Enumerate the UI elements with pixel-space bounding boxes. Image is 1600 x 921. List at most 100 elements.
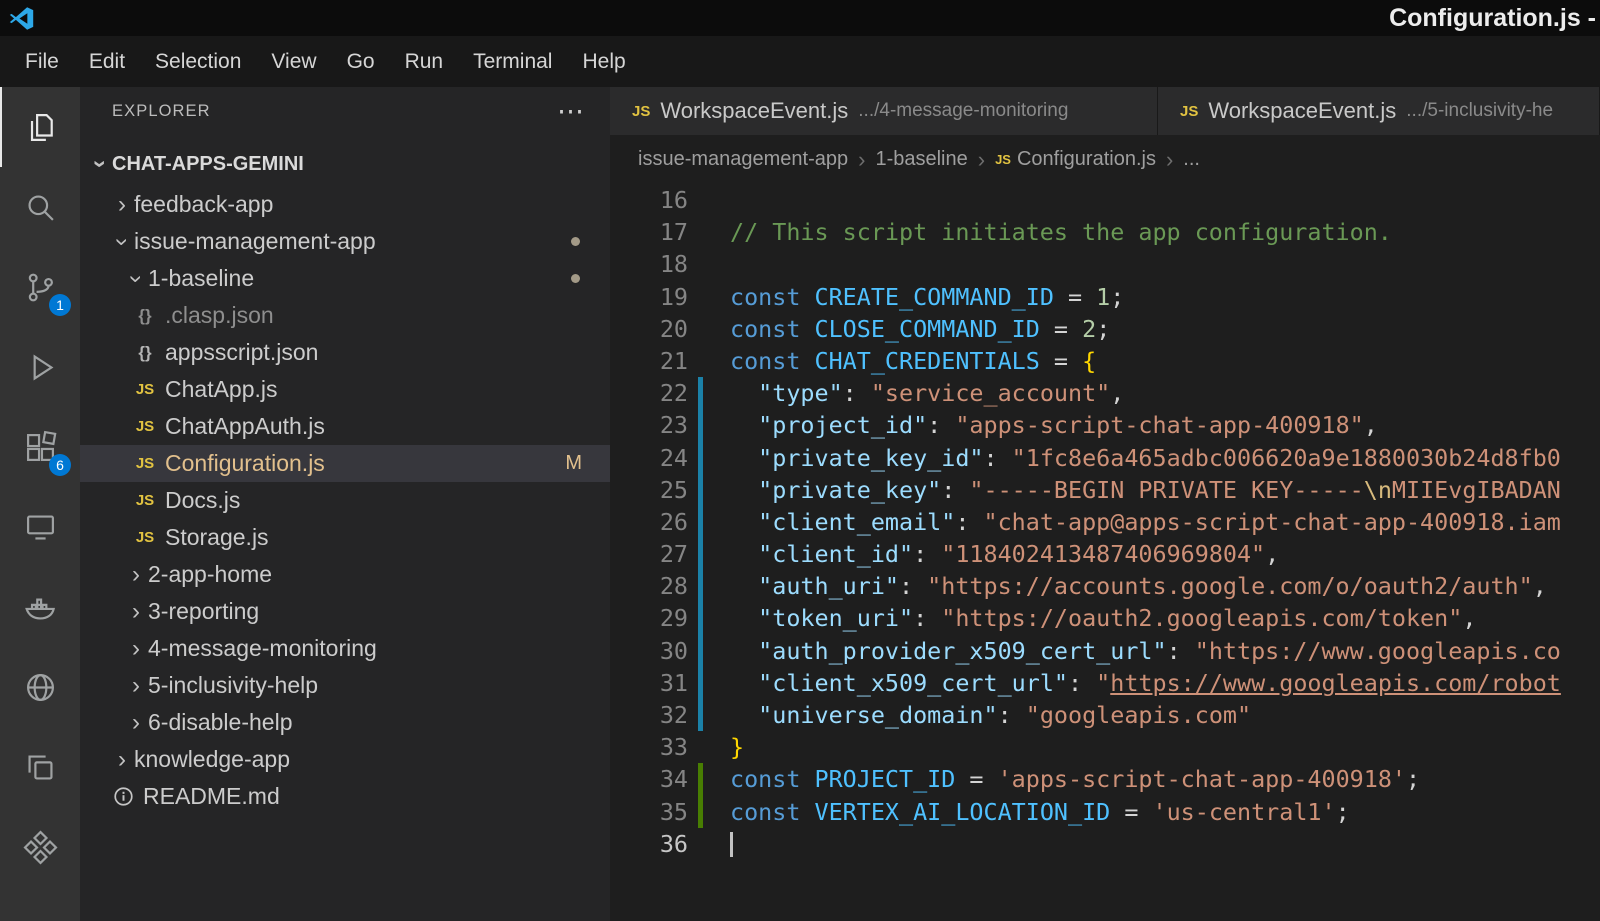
line-number[interactable]: 36 <box>610 828 688 860</box>
activity-item-search[interactable] <box>0 167 80 247</box>
menu-item-go[interactable]: Go <box>332 50 390 74</box>
menu-item-run[interactable]: Run <box>390 50 459 74</box>
tree-item-label: appsscript.json <box>165 339 318 366</box>
code-text: const CHAT_CREDENTIALS = { <box>730 345 1096 377</box>
tab-description: .../4-message-monitoring <box>858 100 1068 122</box>
tree-item-2-app-home[interactable]: ›2-app-home <box>80 556 610 593</box>
line-number[interactable]: 20 <box>610 313 688 345</box>
code-line-33[interactable]: 33} <box>610 731 1600 763</box>
activity-item-docker[interactable] <box>0 567 80 647</box>
tree-item-5-inclusivity-help[interactable]: ›5-inclusivity-help <box>80 667 610 704</box>
code-line-21[interactable]: 21 const CHAT_CREDENTIALS = { <box>610 345 1600 377</box>
code-line-16[interactable]: 16 <box>610 184 1600 216</box>
code-line-17[interactable]: 17// This script initiates the app confi… <box>610 216 1600 248</box>
activity-item-assist[interactable] <box>0 807 80 887</box>
diamonds-icon <box>23 830 58 865</box>
breadcrumb-separator-icon: › <box>1166 147 1173 173</box>
menu-item-selection[interactable]: Selection <box>140 50 256 74</box>
code-line-27[interactable]: 27 "client_id": "118402413487406969804", <box>610 538 1600 570</box>
tree-item-README.md[interactable]: README.md <box>80 778 610 815</box>
code-line-22[interactable]: 22 "type": "service_account", <box>610 377 1600 409</box>
code-line-32[interactable]: 32 "universe_domain": "googleapis.com" <box>610 699 1600 731</box>
line-number[interactable]: 27 <box>610 538 688 570</box>
code-line-18[interactable]: 18 <box>610 248 1600 280</box>
code-line-29[interactable]: 29 "token_uri": "https://oauth2.googleap… <box>610 602 1600 634</box>
code-line-20[interactable]: 20const CLOSE_COMMAND_ID = 2; <box>610 313 1600 345</box>
activity-item-remote-explorer[interactable] <box>0 487 80 567</box>
code-area[interactable]: 1617// This script initiates the app con… <box>610 184 1600 921</box>
tree-item-1-baseline[interactable]: ›1-baseline <box>80 260 610 297</box>
code-line-35[interactable]: 35const VERTEX_AI_LOCATION_ID = 'us-cent… <box>610 796 1600 828</box>
line-number[interactable]: 28 <box>610 570 688 602</box>
code-line-30[interactable]: 30 "auth_provider_x509_cert_url": "https… <box>610 635 1600 667</box>
menu-item-terminal[interactable]: Terminal <box>458 50 567 74</box>
code-line-31[interactable]: 31 "client_x509_cert_url": "https://www.… <box>610 667 1600 699</box>
tree-item-ChatAppAuth.js[interactable]: JSChatAppAuth.js <box>80 408 610 445</box>
tree-item-Storage.js[interactable]: JSStorage.js <box>80 519 610 556</box>
activity-item-web[interactable] <box>0 647 80 727</box>
line-number[interactable]: 22 <box>610 377 688 409</box>
more-actions-button[interactable]: ⋯ <box>557 103 584 119</box>
breadcrumb-item[interactable]: ... <box>1183 148 1200 171</box>
tree-item-4-message-monitoring[interactable]: ›4-message-monitoring <box>80 630 610 667</box>
menu-item-file[interactable]: File <box>10 50 74 74</box>
code-line-23[interactable]: 23 "project_id": "apps-script-chat-app-4… <box>610 409 1600 441</box>
tree-item-Docs.js[interactable]: JSDocs.js <box>80 482 610 519</box>
editor-tab[interactable]: JSWorkspaceEvent.js.../5-inclusivity-he <box>1158 87 1600 135</box>
breadcrumb-item[interactable]: issue-management-app <box>638 148 848 171</box>
tree-item-6-disable-help[interactable]: ›6-disable-help <box>80 704 610 741</box>
tree-item-appsscript.json[interactable]: {}appsscript.json <box>80 334 610 371</box>
line-number[interactable]: 35 <box>610 796 688 828</box>
line-number[interactable]: 17 <box>610 216 688 248</box>
git-modified-badge: M <box>565 452 582 475</box>
line-number[interactable]: 16 <box>610 184 688 216</box>
line-number[interactable]: 19 <box>610 281 688 313</box>
tree-item-.clasp.json[interactable]: {}.clasp.json <box>80 297 610 334</box>
line-number[interactable]: 32 <box>610 699 688 731</box>
activity-badge: 6 <box>49 454 71 476</box>
breadcrumb-item[interactable]: JSConfiguration.js <box>995 148 1156 171</box>
docker-icon <box>23 590 58 625</box>
json-file-icon: {} <box>130 306 160 326</box>
menu-item-help[interactable]: Help <box>567 50 640 74</box>
js-file-icon: JS <box>632 103 650 120</box>
workbench: 16 EXPLORER ⋯ › CHAT-APPS-GEMINI ›feedba… <box>0 87 1600 921</box>
activity-item-explorer[interactable] <box>0 87 80 167</box>
tree-item-issue-management-app[interactable]: ›issue-management-app <box>80 223 610 260</box>
editor-tab[interactable]: JSWorkspaceEvent.js.../4-message-monitor… <box>610 87 1158 135</box>
globe-icon <box>23 670 58 705</box>
line-number[interactable]: 25 <box>610 474 688 506</box>
tree-item-Configuration.js[interactable]: JSConfiguration.jsM <box>80 445 610 482</box>
tree-item-3-reporting[interactable]: ›3-reporting <box>80 593 610 630</box>
code-text: "client_id": "118402413487406969804", <box>730 538 1279 570</box>
code-line-26[interactable]: 26 "client_email": "chat-app@apps-script… <box>610 506 1600 538</box>
line-number[interactable]: 23 <box>610 409 688 441</box>
activity-item-extensions[interactable]: 6 <box>0 407 80 487</box>
code-line-25[interactable]: 25 "private_key": "-----BEGIN PRIVATE KE… <box>610 474 1600 506</box>
line-number[interactable]: 18 <box>610 248 688 280</box>
line-number[interactable]: 31 <box>610 667 688 699</box>
line-number[interactable]: 33 <box>610 731 688 763</box>
line-number[interactable]: 29 <box>610 602 688 634</box>
code-line-19[interactable]: 19const CREATE_COMMAND_ID = 1; <box>610 281 1600 313</box>
tree-item-ChatApp.js[interactable]: JSChatApp.js <box>80 371 610 408</box>
code-line-34[interactable]: 34const PROJECT_ID = 'apps-script-chat-a… <box>610 763 1600 795</box>
activity-item-source-control[interactable]: 1 <box>0 247 80 327</box>
line-number[interactable]: 21 <box>610 345 688 377</box>
menu-item-edit[interactable]: Edit <box>74 50 140 74</box>
tree-item-knowledge-app[interactable]: ›knowledge-app <box>80 741 610 778</box>
code-line-36[interactable]: 36 <box>610 828 1600 860</box>
line-number[interactable]: 34 <box>610 763 688 795</box>
code-line-28[interactable]: 28 "auth_uri": "https://accounts.google.… <box>610 570 1600 602</box>
menu-item-view[interactable]: View <box>256 50 331 74</box>
tree-root-folder[interactable]: › CHAT-APPS-GEMINI <box>80 135 610 186</box>
tree-item-feedback-app[interactable]: ›feedback-app <box>80 186 610 223</box>
info-file-icon <box>108 786 138 807</box>
breadcrumb-item[interactable]: 1-baseline <box>875 148 967 171</box>
code-line-24[interactable]: 24 "private_key_id": "1fc8e6a465adbc0066… <box>610 442 1600 474</box>
activity-item-run-and-debug[interactable] <box>0 327 80 407</box>
line-number[interactable]: 24 <box>610 442 688 474</box>
activity-item-windows[interactable] <box>0 727 80 807</box>
line-number[interactable]: 30 <box>610 635 688 667</box>
line-number[interactable]: 26 <box>610 506 688 538</box>
